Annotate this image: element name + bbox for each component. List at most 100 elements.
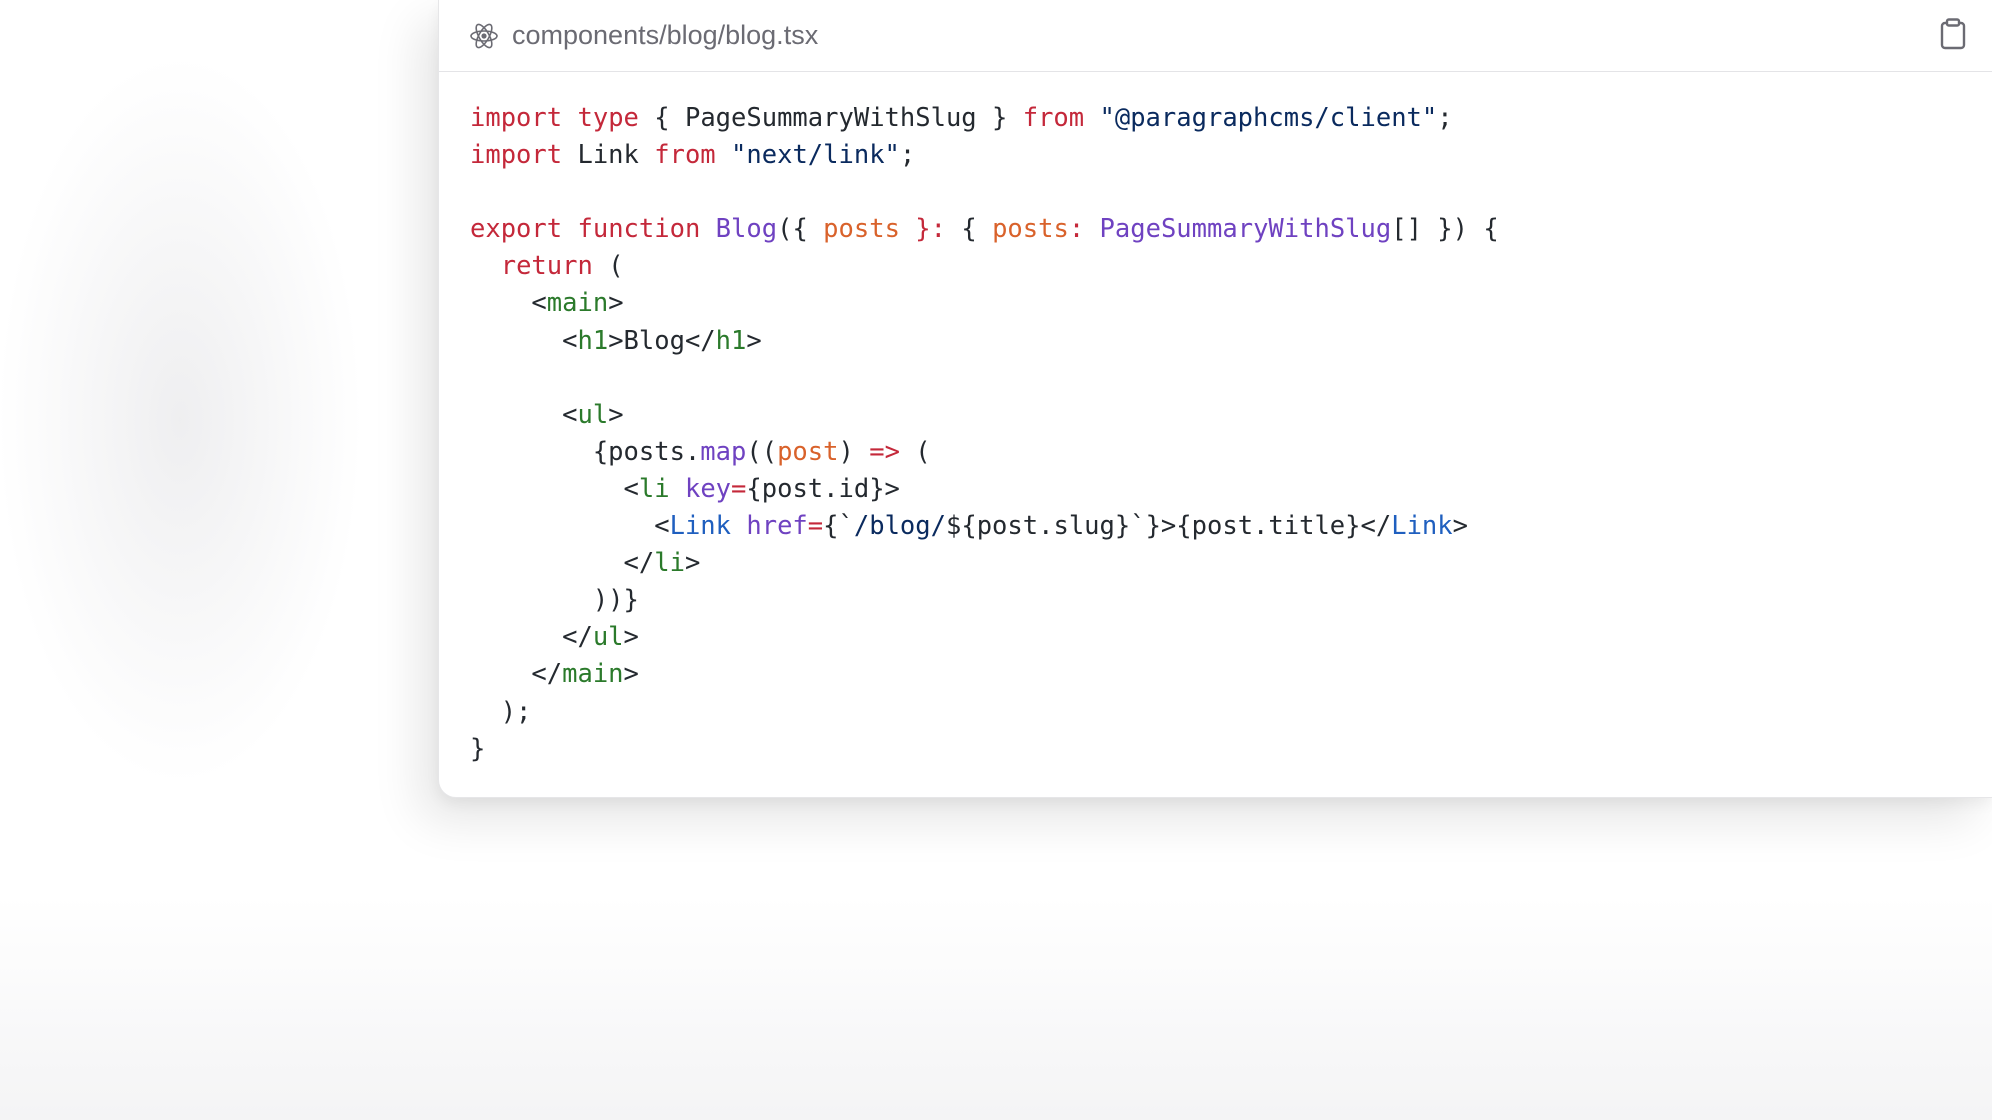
react-icon	[468, 20, 500, 52]
code-token: href	[746, 511, 808, 542]
file-name: components/blog/blog.tsx	[512, 20, 819, 50]
code-token: =	[807, 511, 824, 542]
code-token: {posts.	[470, 436, 701, 467]
code-line: <h1>Blog</h1>	[470, 323, 1499, 360]
code-line: return (	[470, 248, 1499, 285]
code-token: li	[654, 548, 685, 579]
code-token: <	[470, 473, 639, 504]
code-token: "next/link"	[731, 140, 900, 171]
code-token: post	[777, 436, 839, 467]
code-line: );	[470, 694, 1499, 731]
code-line: <li key={post.id}>	[470, 471, 1499, 508]
code-token: function	[577, 214, 701, 245]
code-token: (	[899, 436, 931, 467]
code-token: >	[746, 325, 762, 356]
code-token: >	[1452, 511, 1468, 542]
code-line: import type { PageSummaryWithSlug } from…	[470, 100, 1499, 137]
code-token: Link	[562, 140, 655, 171]
code-token: export	[470, 214, 563, 245]
code-token: ul	[577, 399, 609, 430]
code-line: {posts.map((post) => (	[470, 434, 1499, 471]
code-token: from	[654, 140, 716, 171]
code-token: (	[592, 251, 624, 282]
code-token: >Blog</	[608, 325, 716, 356]
code-token: );	[470, 696, 532, 727]
code-token: posts	[823, 214, 900, 245]
code-token: </	[470, 659, 563, 690]
code-line: export function Blog({ posts }: { posts:…	[470, 211, 1499, 248]
code-token: }	[470, 733, 486, 764]
code-token: </	[470, 622, 593, 653]
code-token: :	[1068, 214, 1085, 245]
code-line: ))}	[470, 582, 1499, 619]
code-token: >	[623, 622, 639, 653]
copy-code-button[interactable]	[1934, 16, 1972, 56]
clipboard-icon	[1940, 17, 1966, 55]
code-token: ;	[899, 140, 916, 171]
code-token: >	[608, 288, 624, 319]
code-token: ${post.slug}`}>{post.title}</	[946, 511, 1392, 542]
code-token: Link	[1391, 511, 1453, 542]
code-token: main	[562, 659, 624, 690]
code-token: ul	[592, 622, 624, 653]
code-token: "@paragraphcms/client"	[1099, 103, 1438, 133]
code-block-card: components/blog/blog.tsx import type { P…	[438, 0, 1992, 798]
code-token: /blog/	[853, 511, 946, 542]
code-token: <	[470, 399, 578, 430]
code-token: key	[684, 473, 732, 504]
code-token: {post.id}>	[746, 473, 900, 504]
code-token: li	[638, 473, 670, 504]
code-token: Link	[669, 511, 732, 542]
code-token: h1	[577, 325, 609, 356]
code-token: main	[546, 288, 609, 319]
code-token: =>	[869, 436, 900, 467]
code-token: Blog	[715, 214, 778, 245]
code-token: map	[700, 436, 747, 467]
code-line: </ul>	[470, 619, 1499, 656]
code-token: ((	[746, 436, 778, 467]
code-line: <Link href={`/blog/${post.slug}`}>{post.…	[470, 508, 1499, 545]
code-token: import	[470, 103, 563, 133]
code-line: import Link from "next/link";	[470, 137, 1499, 174]
code-token: {	[946, 214, 993, 245]
code-line: </li>	[470, 545, 1499, 582]
code-token: ({	[777, 214, 824, 245]
code-token: )	[838, 436, 870, 467]
code-token: <	[470, 511, 670, 542]
code-token: return	[500, 251, 593, 282]
code-line: }	[470, 731, 1499, 768]
code-token: <	[470, 325, 578, 356]
code-token: PageSummaryWithSlug	[1099, 214, 1392, 245]
code-token: </	[470, 548, 655, 579]
code-token: >	[684, 548, 701, 579]
code-token: { PageSummaryWithSlug }	[638, 103, 1023, 133]
code-token: posts	[992, 214, 1069, 245]
code-token: >	[608, 399, 624, 430]
code-content: import type { PageSummaryWithSlug } from…	[470, 100, 1499, 768]
code-line: <main>	[470, 285, 1499, 322]
code-token: ;	[1437, 103, 1453, 133]
code-token: h1	[715, 325, 747, 356]
code-token: {`	[823, 511, 854, 542]
code-block-header: components/blog/blog.tsx	[439, 0, 1992, 72]
code-token: =	[731, 473, 747, 504]
code-token: <	[470, 288, 547, 319]
code-token: ))}	[470, 585, 639, 616]
code-line: </main>	[470, 656, 1499, 693]
code-token: type	[577, 103, 639, 133]
code-token: >	[623, 659, 639, 690]
code-token: import	[470, 140, 563, 171]
code-token: [] }) {	[1391, 214, 1499, 245]
